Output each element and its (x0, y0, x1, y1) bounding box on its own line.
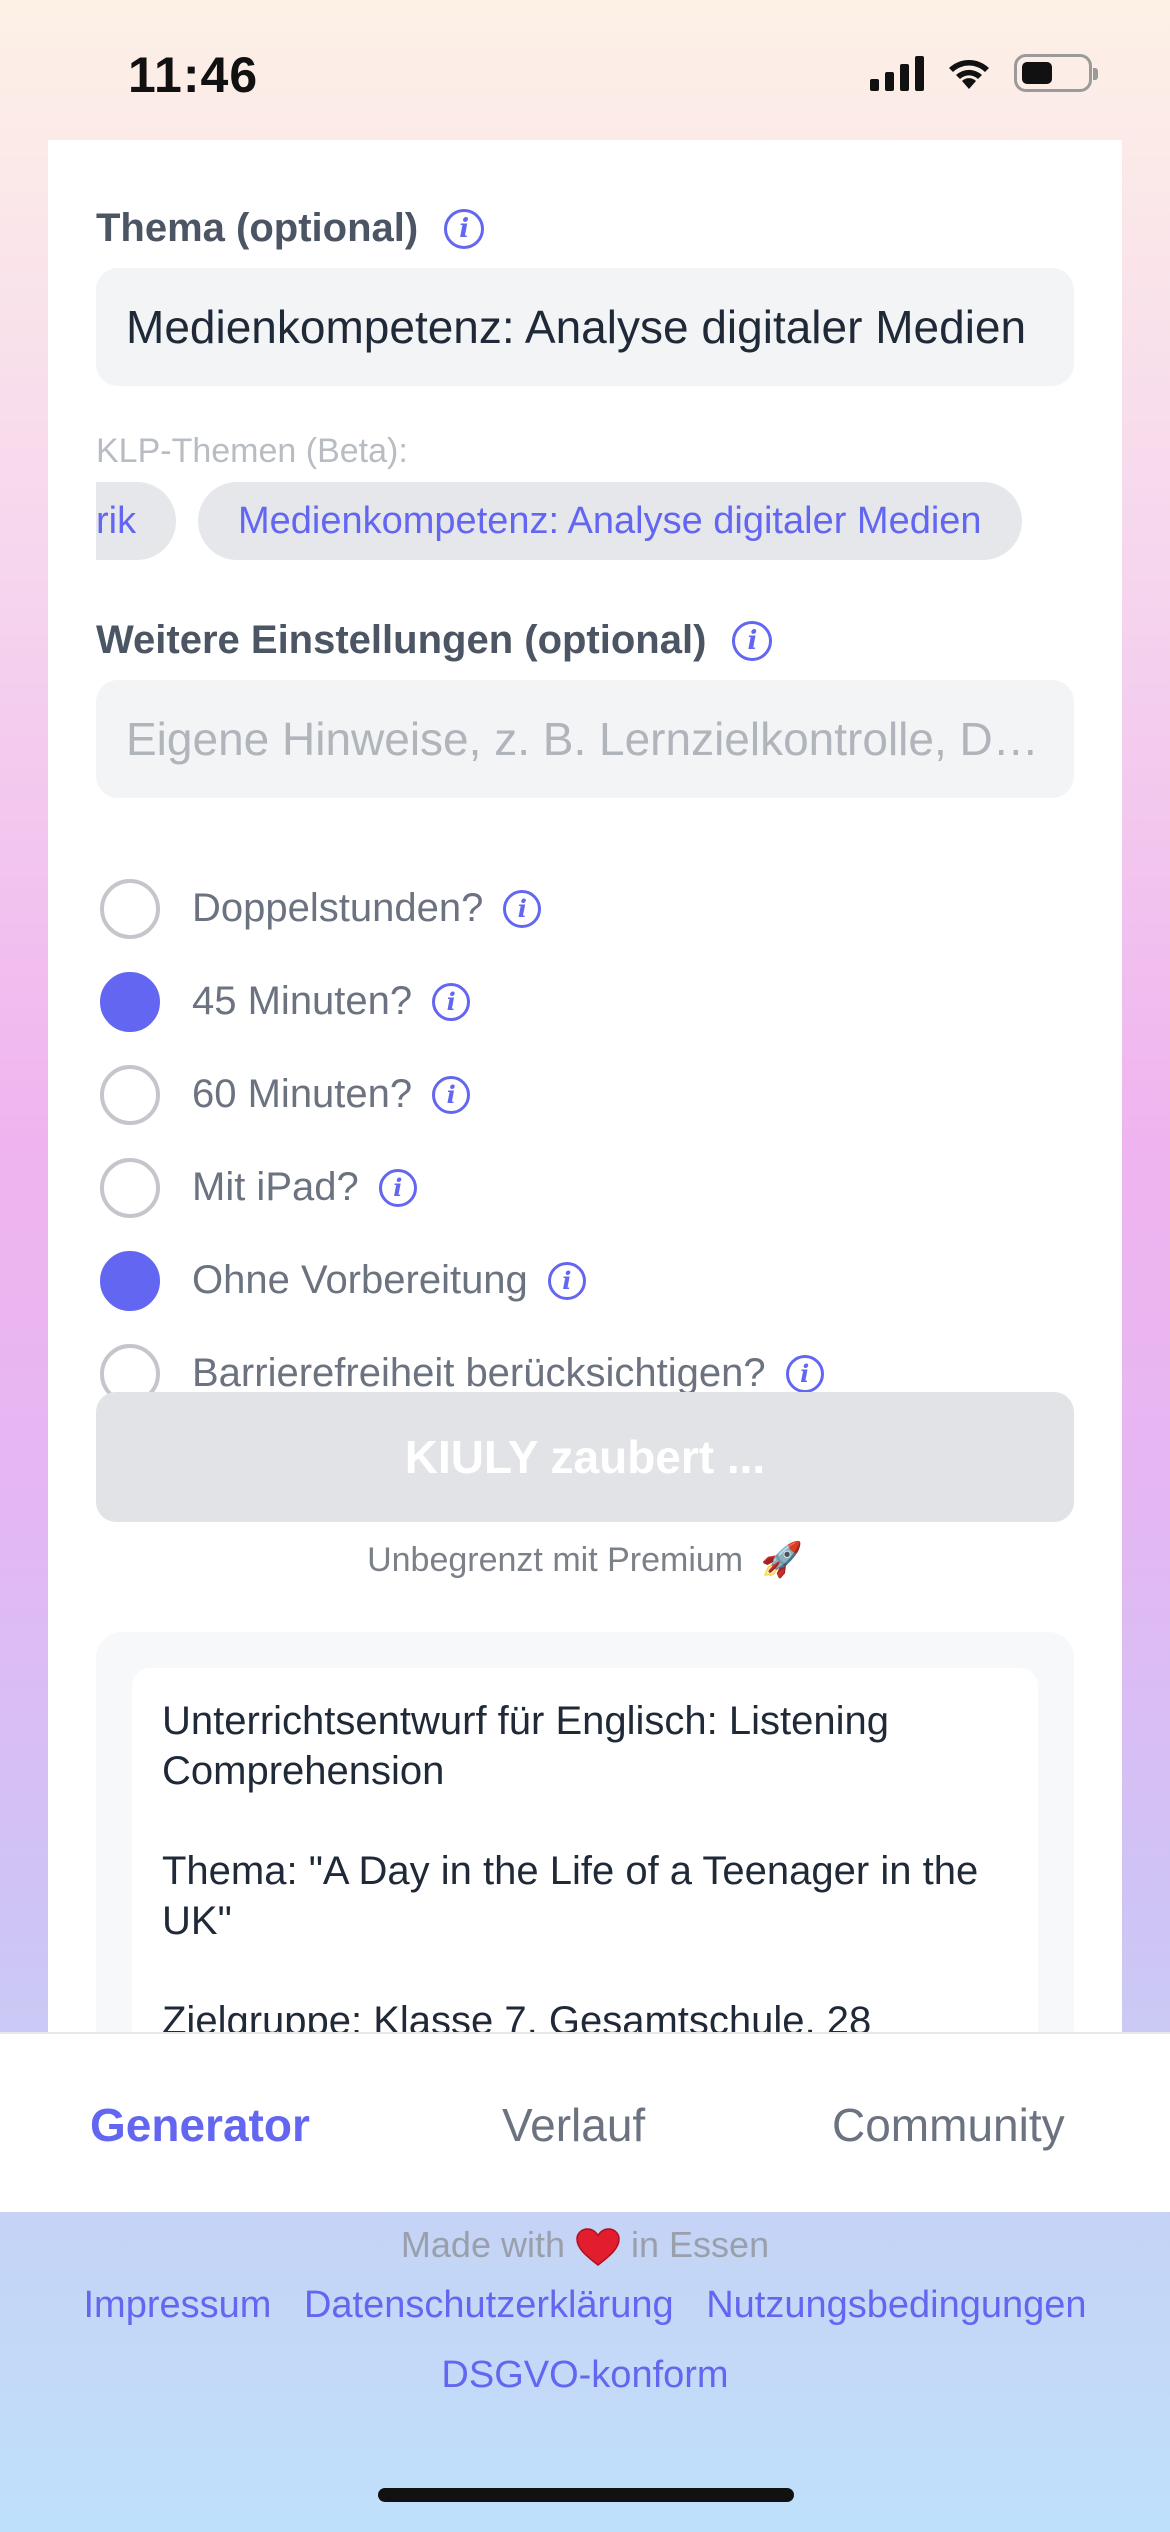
option-label: Ohne Vorbereitung (192, 1258, 528, 1302)
premium-note[interactable]: Unbegrenzt mit Premium 🚀 (48, 1540, 1122, 1580)
wifi-icon (949, 60, 989, 89)
45-minuten-info-icon[interactable]: i (432, 982, 471, 1021)
made-with-prefix: Made with (400, 2224, 565, 2265)
dsgvo-badge[interactable]: DSGVO-konform (0, 2354, 1170, 2397)
option-ohne-vorbereitung[interactable]: Ohne Vorbereitung i (100, 1234, 824, 1327)
option-45-minuten[interactable]: 45 Minuten? i (100, 955, 824, 1048)
result-text: Unterrichtsentwurf für Englisch: Listeni… (162, 1699, 979, 2043)
settings-info-icon[interactable]: i (732, 620, 773, 661)
mit-ipad-info-icon[interactable]: i (378, 1168, 417, 1207)
impressum-link[interactable]: Impressum (83, 2284, 271, 2326)
generator-card: Thema (optional) i Medienkompetenz: Anal… (48, 140, 1122, 2068)
status-time: 11:46 (128, 47, 259, 103)
settings-input-placeholder: Eigene Hinweise, z. B. Lernzielkontrolle… (126, 713, 1044, 765)
radio-60-minuten[interactable] (100, 1064, 160, 1125)
doppelstunden-info-icon[interactable]: i (503, 889, 542, 928)
thema-info-icon[interactable]: i (444, 208, 485, 249)
thema-label: Thema (optional) (96, 206, 419, 250)
radio-ohne-vorbereitung[interactable] (100, 1250, 160, 1311)
klp-chip[interactable]: rik (96, 482, 176, 560)
cellular-signal-icon (870, 55, 924, 91)
battery-icon (1014, 54, 1098, 92)
barrierefreiheit-info-icon[interactable]: i (785, 1354, 824, 1393)
footer: Made with in Essen Impressum Datenschutz… (0, 2212, 1170, 2532)
klp-chips-scroller[interactable]: rik Medienkompetenz: Analyse digitaler M… (96, 482, 1074, 560)
settings-label-row: Weitere Einstellungen (optional) i (96, 618, 1074, 663)
option-60-minuten[interactable]: 60 Minuten? i (100, 1048, 824, 1141)
status-icons (870, 54, 1098, 92)
status-bar: 11:46 (0, 0, 1170, 140)
made-with-line: Made with in Essen (0, 2224, 1170, 2267)
option-label: Barrierefreiheit berücksichtigen? (192, 1351, 766, 1395)
heart-icon (576, 2228, 620, 2267)
result-panel: Unterrichtsentwurf für Englisch: Listeni… (96, 1632, 1074, 2068)
result-box[interactable]: Unterrichtsentwurf für Englisch: Listeni… (132, 1668, 1038, 2068)
generate-button[interactable]: KIULY zaubert ... (96, 1392, 1074, 1522)
settings-label: Weitere Einstellungen (optional) (96, 618, 707, 662)
klp-chip-medienkompetenz[interactable]: Medienkompetenz: Analyse digitaler Medie… (198, 482, 1022, 560)
option-mit-ipad[interactable]: Mit iPad? i (100, 1141, 824, 1234)
footer-links: Impressum Datenschutzerklärung Nutzungsb… (0, 2284, 1170, 2327)
bottom-tab-bar: Generator Verlauf Community (0, 2032, 1170, 2212)
option-doppelstunden[interactable]: Doppelstunden? i (100, 862, 824, 955)
thema-input-value: Medienkompetenz: Analyse digitaler Medie… (126, 301, 1027, 353)
radio-45-minuten[interactable] (100, 971, 160, 1032)
klp-themen-label: KLP-Themen (Beta): (96, 432, 408, 470)
tab-verlauf[interactable]: Verlauf (502, 2098, 645, 2152)
settings-input[interactable]: Eigene Hinweise, z. B. Lernzielkontrolle… (96, 680, 1074, 798)
datenschutz-link[interactable]: Datenschutzerklärung (304, 2284, 674, 2326)
option-label: Doppelstunden? (192, 886, 484, 930)
ohne-vorbereitung-info-icon[interactable]: i (547, 1261, 586, 1300)
nutzungsbedingungen-link[interactable]: Nutzungsbedingungen (706, 2284, 1086, 2326)
premium-note-text: Unbegrenzt mit Premium (367, 1541, 744, 1579)
radio-mit-ipad[interactable] (100, 1157, 160, 1218)
radio-doppelstunden[interactable] (100, 878, 160, 939)
option-label: Mit iPad? (192, 1165, 359, 1209)
made-with-suffix: in Essen (631, 2224, 770, 2265)
thema-label-row: Thema (optional) i (96, 206, 1074, 251)
rocket-icon: 🚀 (760, 1541, 803, 1579)
options-list: Doppelstunden? i 45 Minuten? i 60 Minute… (100, 862, 824, 1420)
option-label: 60 Minuten? (192, 1072, 413, 1116)
home-indicator[interactable] (378, 2488, 794, 2502)
tab-generator[interactable]: Generator (90, 2098, 310, 2152)
thema-input[interactable]: Medienkompetenz: Analyse digitaler Medie… (96, 268, 1074, 386)
tab-community[interactable]: Community (832, 2098, 1065, 2152)
option-label: 45 Minuten? (192, 979, 413, 1023)
60-minuten-info-icon[interactable]: i (432, 1075, 471, 1114)
